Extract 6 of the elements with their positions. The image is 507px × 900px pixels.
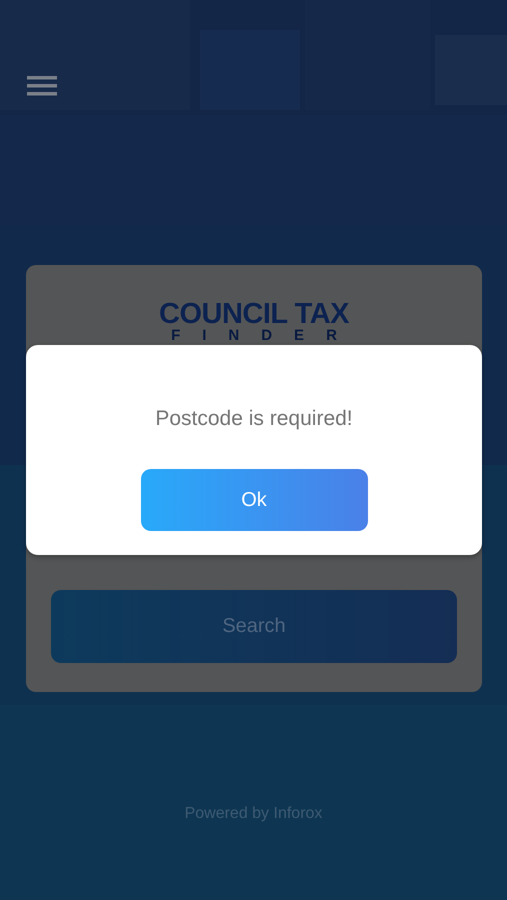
alert-message: Postcode is required! [155,406,353,432]
menu-icon[interactable] [27,75,57,97]
ok-button[interactable]: Ok [140,469,368,531]
search-button[interactable]: Search [51,590,457,663]
logo-subtitle: FINDER [171,328,359,343]
logo-title: COUNCIL TAX [159,300,349,328]
